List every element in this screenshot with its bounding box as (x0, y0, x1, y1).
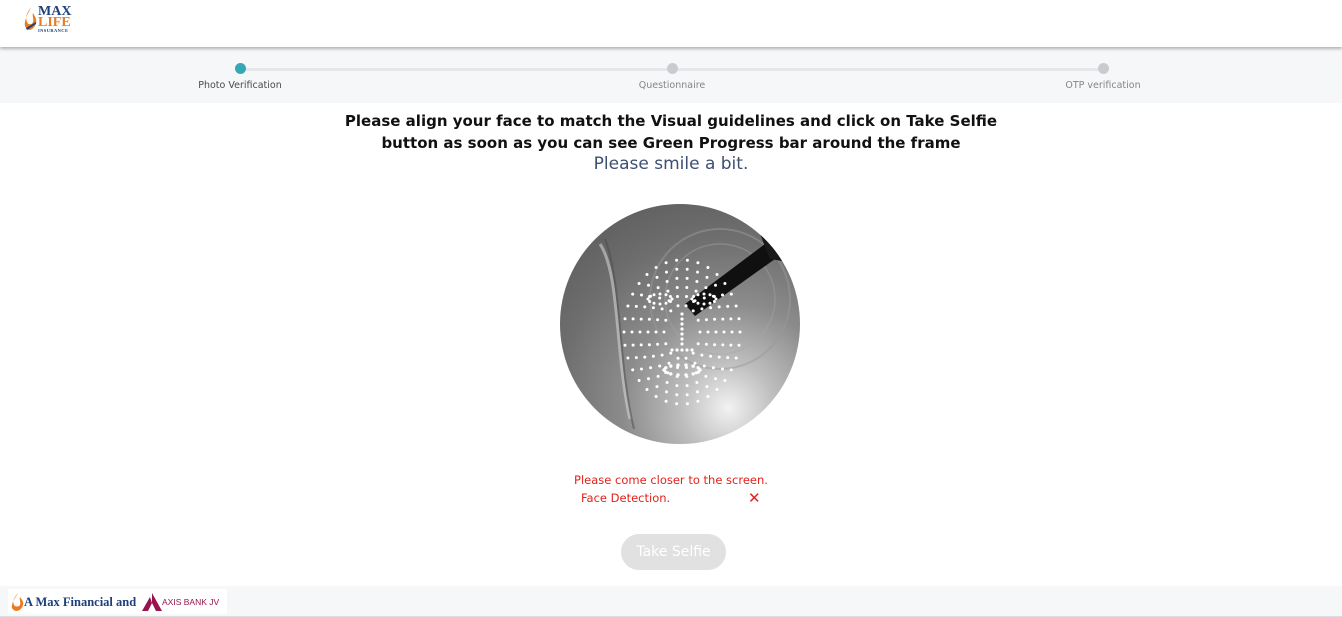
take-selfie-button[interactable]: Take Selfie (621, 534, 726, 570)
smile-prompt: Please smile a bit. (593, 154, 749, 174)
progress-stepper: Photo Verification Questionnaire OTP ver… (0, 47, 1342, 103)
instruction-line-2: button as soon as you can see Green Prog… (381, 134, 961, 152)
logo-life: LIFE (38, 15, 71, 30)
status-come-closer: Please come closer to the screen. (574, 473, 768, 487)
instruction-line-1: Please align your face to match the Visu… (344, 112, 998, 130)
step-dot-otp-verification (1098, 63, 1109, 74)
footer-text: A Max Financial and (24, 595, 137, 609)
step-dot-questionnaire (667, 63, 678, 74)
stepper-connector-1 (240, 68, 672, 71)
camera-preview (560, 204, 800, 444)
step-dot-photo-verification (235, 63, 246, 74)
flame-icon (11, 593, 24, 611)
selfie-instructions: Please align your face to match the Visu… (271, 110, 1071, 154)
header: MAX LIFE INSURANCE (0, 0, 1342, 47)
footer-axis-bank: AXIS BANK JV (162, 597, 220, 607)
axis-bank-logo-icon (142, 593, 162, 611)
status-face-detection: Face Detection. (581, 491, 671, 505)
step-label-otp-verification: OTP verification (1065, 80, 1141, 91)
step-label-photo-verification: Photo Verification (198, 80, 282, 91)
step-label-questionnaire: Questionnaire (638, 80, 706, 91)
cross-icon: ✕ (748, 489, 761, 507)
stepper-connector-2 (672, 68, 1103, 71)
flame-icon (24, 7, 37, 30)
face-mesh-overlay (598, 224, 800, 430)
max-life-logo[interactable]: MAX LIFE INSURANCE (24, 5, 80, 40)
logo-insurance: INSURANCE (38, 28, 69, 33)
